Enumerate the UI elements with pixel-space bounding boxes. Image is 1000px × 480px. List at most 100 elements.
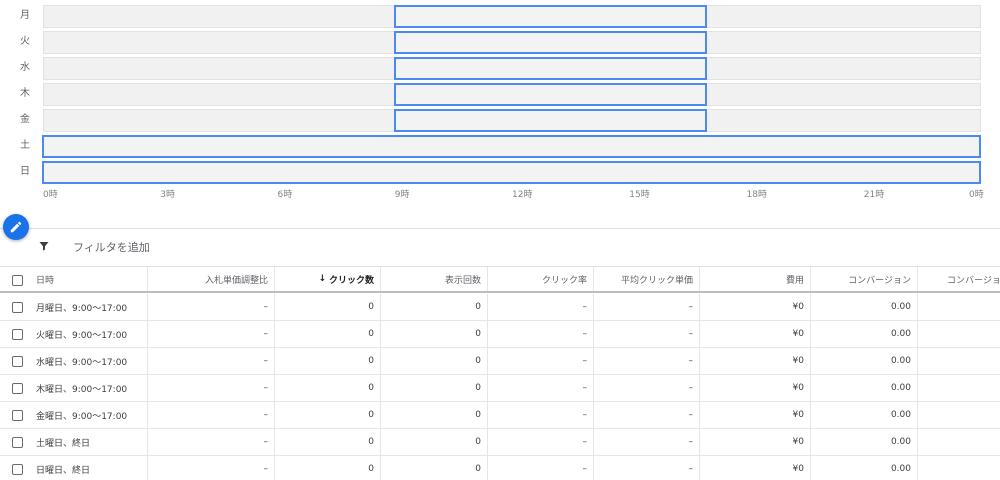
column-header-conversions[interactable]: コンバージョン [810, 267, 917, 291]
hour-tick-label: 18時 [746, 190, 767, 200]
column-header-avg_cpc[interactable]: 平均クリック単価 [593, 267, 699, 291]
column-header-label: 平均クリック単価 [620, 275, 693, 286]
table-row: 日曜日、終日 – 0 0 – – ¥0 0.00 [0, 456, 1000, 480]
column-divider [810, 429, 811, 455]
cell-avg_cpc: – [688, 302, 694, 312]
column-header-label: 表示回数 [444, 275, 481, 286]
column-header-label: コンバージョン [947, 275, 1000, 286]
column-header-label: クリック数 [328, 275, 374, 286]
column-header-cost[interactable]: 費用 [699, 267, 810, 291]
row-checkbox[interactable] [12, 302, 23, 313]
column-divider [917, 294, 918, 320]
column-header-label: コンバージョン [848, 275, 911, 286]
hour-tick-label: 12時 [512, 190, 533, 200]
column-divider [810, 321, 811, 347]
column-divider [593, 321, 594, 347]
schedule-slot[interactable] [393, 83, 708, 106]
column-divider [147, 375, 148, 401]
hour-tick-label: 9時 [394, 190, 410, 200]
day-label: 金 [20, 114, 30, 125]
column-header-label: クリック率 [541, 275, 587, 286]
column-header-bid_adj[interactable]: 入札単価調整比 [147, 267, 274, 291]
table-row: 土曜日、終日 – 0 0 – – ¥0 0.00 [0, 429, 1000, 456]
column-divider [487, 402, 488, 428]
cell-clicks: 0 [368, 410, 374, 420]
column-divider [380, 402, 381, 428]
column-header-ctr[interactable]: クリック率 [487, 267, 593, 291]
column-divider [810, 375, 811, 401]
column-header-clicks[interactable]: ↓ クリック数 [274, 267, 380, 291]
cell-clicks: 0 [368, 329, 374, 339]
schedule-slot[interactable] [393, 109, 708, 132]
cell-conversions: 0.00 [890, 329, 911, 339]
column-divider [917, 429, 918, 455]
column-divider [147, 348, 148, 374]
column-divider [699, 375, 700, 401]
schedule-slot[interactable] [42, 135, 981, 158]
cell-bid_adj: – [263, 356, 269, 366]
cell-bid_adj: – [263, 410, 269, 420]
column-divider [699, 402, 700, 428]
row-checkbox[interactable] [12, 437, 23, 448]
column-divider [380, 375, 381, 401]
column-header-label: 費用 [785, 275, 804, 286]
column-divider [274, 294, 275, 320]
cell-ctr: – [582, 410, 588, 420]
filter-icon[interactable] [38, 240, 50, 252]
cell-ctr: – [582, 437, 588, 447]
cell-period: 木曜日、9:00～17:00 [36, 384, 128, 395]
cell-cost: ¥0 [792, 329, 804, 339]
select-all-checkbox[interactable] [12, 275, 23, 286]
column-divider [147, 402, 148, 428]
hour-tick-label: 0時 [969, 190, 984, 200]
column-divider [487, 375, 488, 401]
column-header-period[interactable]: 日時 [32, 267, 147, 291]
cell-cost: ¥0 [792, 464, 804, 474]
column-divider [274, 375, 275, 401]
cell-clicks: 0 [368, 302, 374, 312]
column-divider [810, 456, 811, 480]
row-checkbox[interactable] [12, 410, 23, 421]
cell-conversions: 0.00 [890, 464, 911, 474]
column-header-conversions2[interactable]: コンバージョン [917, 267, 1000, 291]
schedule-slot[interactable] [393, 5, 708, 28]
column-divider [810, 348, 811, 374]
hour-tick-label: 21時 [863, 190, 885, 200]
cell-bid_adj: – [263, 437, 269, 447]
column-divider [810, 267, 811, 291]
cell-clicks: 0 [368, 383, 374, 393]
schedule-slot[interactable] [42, 161, 981, 184]
row-checkbox[interactable] [12, 356, 23, 367]
day-label: 火 [20, 36, 30, 47]
cell-conversions2 [917, 429, 1000, 455]
column-header-impressions[interactable]: 表示回数 [380, 267, 487, 291]
column-divider [487, 321, 488, 347]
column-divider [487, 456, 488, 480]
column-divider [147, 429, 148, 455]
row-checkbox[interactable] [12, 464, 23, 475]
column-divider [380, 294, 381, 320]
row-checkbox[interactable] [12, 329, 23, 340]
schedule-slot[interactable] [393, 57, 708, 80]
cell-conversions: 0.00 [890, 302, 911, 312]
schedule-slot[interactable] [393, 31, 708, 54]
add-filter-link[interactable]: フィルタを追加 [73, 239, 150, 255]
column-divider [917, 348, 918, 374]
row-checkbox[interactable] [12, 383, 23, 394]
cell-period: 火曜日、9:00～17:00 [36, 330, 128, 341]
column-divider [593, 429, 594, 455]
cell-ctr: – [582, 383, 588, 393]
column-divider [917, 321, 918, 347]
hour-tick-label: 6時 [277, 190, 293, 200]
cell-cost: ¥0 [792, 383, 804, 393]
cell-ctr: – [582, 464, 588, 474]
cell-impressions: 0 [475, 329, 481, 339]
column-divider [917, 267, 918, 291]
column-divider [487, 429, 488, 455]
hour-tick-label: 15時 [629, 190, 650, 200]
cell-clicks: 0 [368, 464, 374, 474]
cell-bid_adj: – [263, 329, 269, 339]
column-divider [487, 267, 488, 291]
hour-tick-label: 3時 [160, 190, 175, 200]
column-divider [699, 429, 700, 455]
